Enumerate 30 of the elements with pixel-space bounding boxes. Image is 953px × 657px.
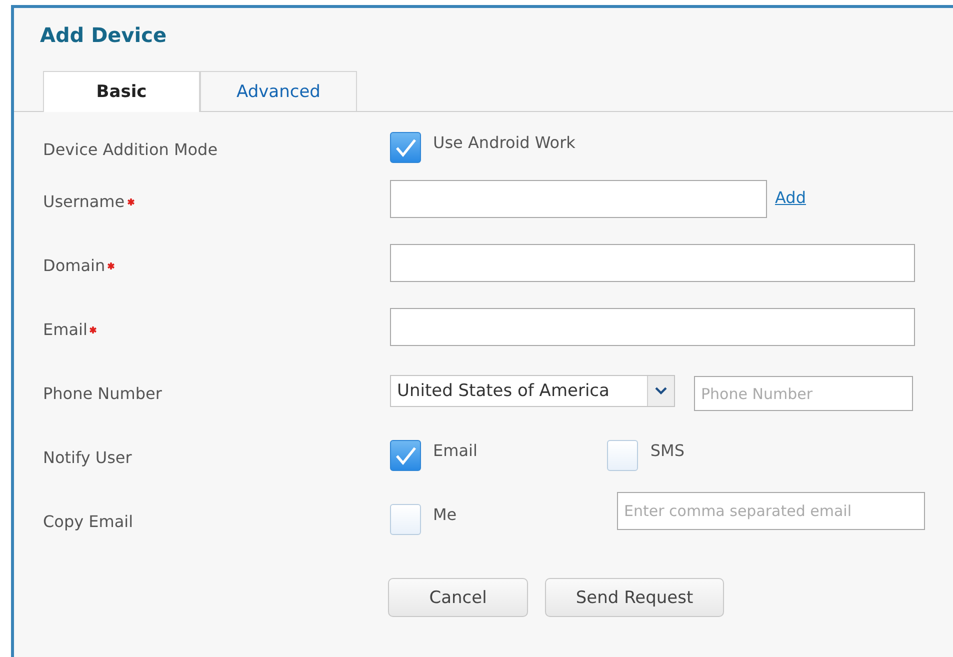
cancel-button[interactable]: Cancel <box>388 578 528 617</box>
checkbox-label: Use Android Work <box>433 133 576 152</box>
checkbox-label: Me <box>433 505 457 524</box>
field-label: Username <box>43 192 125 211</box>
checkbox[interactable] <box>390 504 421 535</box>
add-link[interactable]: Add <box>775 188 806 207</box>
tab[interactable]: Basic <box>43 71 200 112</box>
field-label: Email <box>43 320 88 339</box>
checkbox[interactable] <box>607 440 638 471</box>
text-field[interactable] <box>390 244 915 282</box>
text-field[interactable] <box>390 308 915 346</box>
field-label: Notify User <box>43 448 132 467</box>
country-dropdown[interactable]: United States of America <box>390 375 675 407</box>
phone-number-field[interactable]: Phone Number <box>694 376 913 411</box>
checkbox[interactable] <box>390 440 421 471</box>
checkbox-label: Email <box>433 441 478 460</box>
field-label: Domain <box>43 256 106 275</box>
field-label: Copy Email <box>43 512 134 531</box>
check-icon <box>394 446 416 466</box>
field-label: Device Addition Mode <box>43 140 218 159</box>
checkbox[interactable] <box>390 132 421 163</box>
tab[interactable]: Advanced <box>200 71 357 111</box>
dialog-title: Add Device <box>40 23 167 47</box>
text-field[interactable] <box>390 180 767 218</box>
field-label: Phone Number <box>43 384 162 403</box>
caret-icon <box>655 387 667 395</box>
email-field[interactable]: Enter comma separated email <box>617 492 925 530</box>
check-icon <box>394 138 416 158</box>
send-request-button[interactable]: Send Request <box>545 578 724 617</box>
checkbox-label: SMS <box>650 441 685 460</box>
